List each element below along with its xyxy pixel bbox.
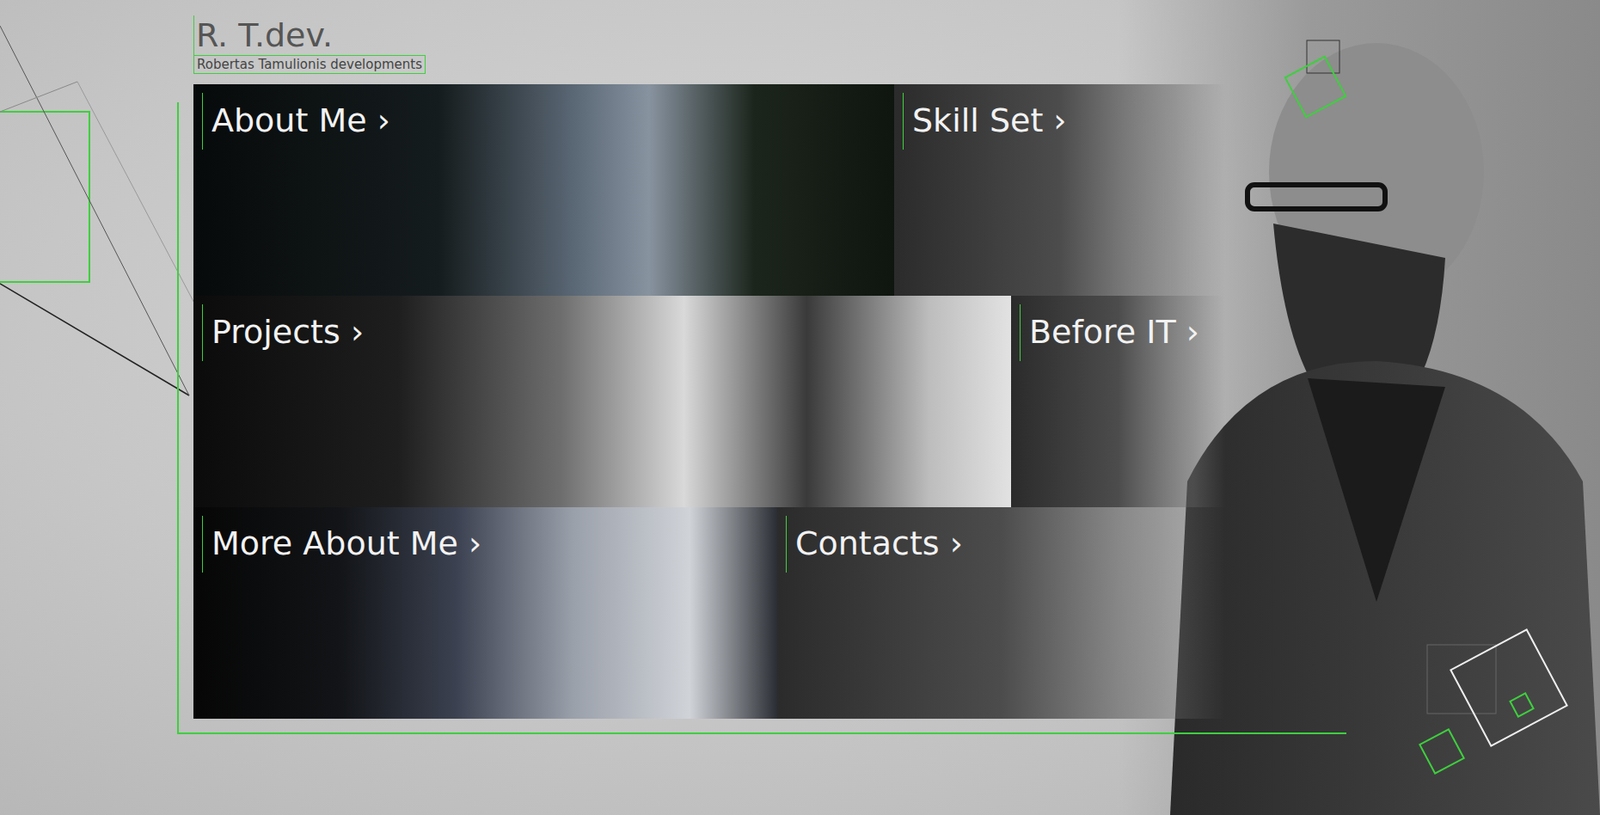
tile-label: Projects ›: [202, 304, 371, 362]
logo[interactable]: R. T.dev.Robertas Tamulionis development…: [193, 15, 1600, 85]
tile-label: More About Me ›: [202, 515, 489, 573]
tile-label: Skill Set ›: [902, 92, 1074, 150]
tile-label: About Me ›: [202, 92, 398, 150]
decor-lines: [0, 0, 207, 413]
nav-tile[interactable]: Skill Set ›: [894, 84, 1226, 296]
tile-row: More About Me › Contacts ›: [193, 507, 1226, 719]
page: R. T.dev.Robertas Tamulionis development…: [0, 0, 1600, 815]
nav-tile[interactable]: About Me ›: [193, 84, 895, 296]
nav-tile[interactable]: Projects ›: [193, 295, 1012, 508]
nav-tile[interactable]: Contacts ›: [777, 507, 1226, 719]
tile-label: Contacts ›: [785, 515, 970, 573]
decor-square: [1418, 627, 1591, 783]
decor-square: [1281, 38, 1359, 125]
tile-grid: About Me › Skill Set › Projects › Before IT…: [193, 84, 1226, 719]
tile-label: Before IT ›: [1019, 304, 1207, 362]
nav-tile[interactable]: More About Me ›: [193, 507, 778, 719]
tile-row: Projects › Before IT ›: [193, 295, 1226, 508]
logo-title: R. T.dev.: [193, 15, 333, 56]
tile-row: About Me › Skill Set ›: [193, 84, 1226, 296]
logo-subtitle: Robertas Tamulionis developments: [193, 55, 426, 74]
nav-tile[interactable]: Before IT ›: [1011, 295, 1226, 508]
